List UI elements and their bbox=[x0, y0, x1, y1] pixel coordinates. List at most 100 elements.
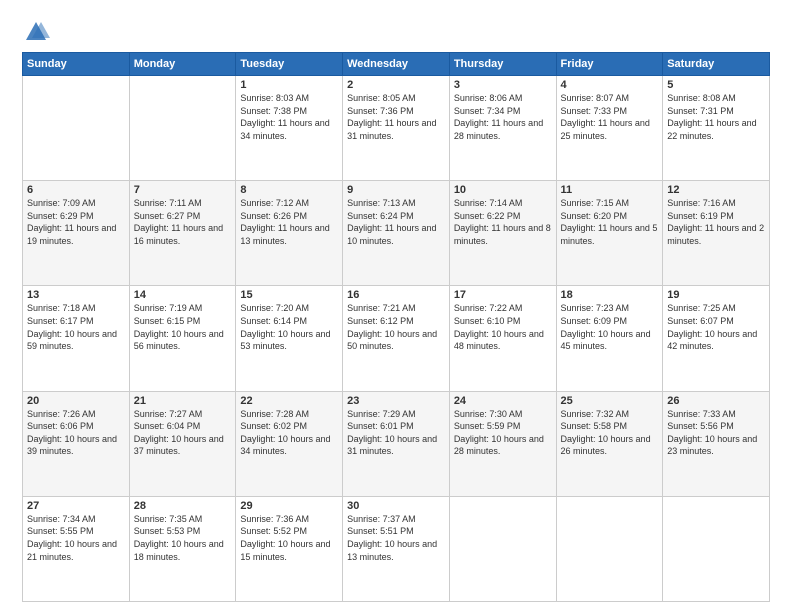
calendar-cell bbox=[449, 496, 556, 601]
day-number: 22 bbox=[240, 395, 338, 407]
day-info: Sunrise: 7:22 AM Sunset: 6:10 PM Dayligh… bbox=[454, 302, 552, 352]
day-info: Sunrise: 7:12 AM Sunset: 6:26 PM Dayligh… bbox=[240, 197, 338, 247]
day-info: Sunrise: 8:08 AM Sunset: 7:31 PM Dayligh… bbox=[667, 92, 765, 142]
day-number: 20 bbox=[27, 395, 125, 407]
calendar-cell bbox=[556, 496, 663, 601]
day-number: 27 bbox=[27, 500, 125, 512]
calendar-header-day: Friday bbox=[556, 53, 663, 76]
day-info: Sunrise: 7:21 AM Sunset: 6:12 PM Dayligh… bbox=[347, 302, 445, 352]
day-number: 4 bbox=[561, 79, 659, 91]
day-number: 11 bbox=[561, 184, 659, 196]
day-number: 13 bbox=[27, 289, 125, 301]
day-number: 7 bbox=[134, 184, 232, 196]
day-number: 26 bbox=[667, 395, 765, 407]
calendar-cell: 23Sunrise: 7:29 AM Sunset: 6:01 PM Dayli… bbox=[343, 391, 450, 496]
day-info: Sunrise: 7:25 AM Sunset: 6:07 PM Dayligh… bbox=[667, 302, 765, 352]
calendar-cell: 21Sunrise: 7:27 AM Sunset: 6:04 PM Dayli… bbox=[129, 391, 236, 496]
day-number: 23 bbox=[347, 395, 445, 407]
calendar-cell: 22Sunrise: 7:28 AM Sunset: 6:02 PM Dayli… bbox=[236, 391, 343, 496]
day-number: 1 bbox=[240, 79, 338, 91]
calendar-header-day: Thursday bbox=[449, 53, 556, 76]
day-info: Sunrise: 7:11 AM Sunset: 6:27 PM Dayligh… bbox=[134, 197, 232, 247]
calendar-cell bbox=[129, 76, 236, 181]
calendar-cell: 27Sunrise: 7:34 AM Sunset: 5:55 PM Dayli… bbox=[23, 496, 130, 601]
day-number: 28 bbox=[134, 500, 232, 512]
calendar-cell: 26Sunrise: 7:33 AM Sunset: 5:56 PM Dayli… bbox=[663, 391, 770, 496]
day-info: Sunrise: 8:06 AM Sunset: 7:34 PM Dayligh… bbox=[454, 92, 552, 142]
day-info: Sunrise: 7:36 AM Sunset: 5:52 PM Dayligh… bbox=[240, 513, 338, 563]
day-number: 25 bbox=[561, 395, 659, 407]
day-info: Sunrise: 7:28 AM Sunset: 6:02 PM Dayligh… bbox=[240, 408, 338, 458]
day-info: Sunrise: 8:07 AM Sunset: 7:33 PM Dayligh… bbox=[561, 92, 659, 142]
day-number: 5 bbox=[667, 79, 765, 91]
day-number: 17 bbox=[454, 289, 552, 301]
calendar-cell: 17Sunrise: 7:22 AM Sunset: 6:10 PM Dayli… bbox=[449, 286, 556, 391]
page: SundayMondayTuesdayWednesdayThursdayFrid… bbox=[0, 0, 792, 612]
calendar-cell: 29Sunrise: 7:36 AM Sunset: 5:52 PM Dayli… bbox=[236, 496, 343, 601]
calendar-header-day: Wednesday bbox=[343, 53, 450, 76]
calendar-cell: 4Sunrise: 8:07 AM Sunset: 7:33 PM Daylig… bbox=[556, 76, 663, 181]
day-info: Sunrise: 7:16 AM Sunset: 6:19 PM Dayligh… bbox=[667, 197, 765, 247]
day-info: Sunrise: 8:05 AM Sunset: 7:36 PM Dayligh… bbox=[347, 92, 445, 142]
day-number: 30 bbox=[347, 500, 445, 512]
calendar-cell: 5Sunrise: 8:08 AM Sunset: 7:31 PM Daylig… bbox=[663, 76, 770, 181]
day-info: Sunrise: 7:32 AM Sunset: 5:58 PM Dayligh… bbox=[561, 408, 659, 458]
day-info: Sunrise: 7:23 AM Sunset: 6:09 PM Dayligh… bbox=[561, 302, 659, 352]
header-row bbox=[22, 18, 770, 46]
day-number: 19 bbox=[667, 289, 765, 301]
calendar-header-row: SundayMondayTuesdayWednesdayThursdayFrid… bbox=[23, 53, 770, 76]
calendar-cell: 15Sunrise: 7:20 AM Sunset: 6:14 PM Dayli… bbox=[236, 286, 343, 391]
day-info: Sunrise: 7:15 AM Sunset: 6:20 PM Dayligh… bbox=[561, 197, 659, 247]
calendar-cell bbox=[663, 496, 770, 601]
calendar-week-row: 6Sunrise: 7:09 AM Sunset: 6:29 PM Daylig… bbox=[23, 181, 770, 286]
calendar-header-day: Monday bbox=[129, 53, 236, 76]
calendar-header-day: Saturday bbox=[663, 53, 770, 76]
calendar-cell: 8Sunrise: 7:12 AM Sunset: 6:26 PM Daylig… bbox=[236, 181, 343, 286]
day-info: Sunrise: 7:20 AM Sunset: 6:14 PM Dayligh… bbox=[240, 302, 338, 352]
calendar-cell: 1Sunrise: 8:03 AM Sunset: 7:38 PM Daylig… bbox=[236, 76, 343, 181]
calendar-cell: 13Sunrise: 7:18 AM Sunset: 6:17 PM Dayli… bbox=[23, 286, 130, 391]
calendar-cell: 28Sunrise: 7:35 AM Sunset: 5:53 PM Dayli… bbox=[129, 496, 236, 601]
day-info: Sunrise: 7:27 AM Sunset: 6:04 PM Dayligh… bbox=[134, 408, 232, 458]
day-number: 12 bbox=[667, 184, 765, 196]
day-number: 21 bbox=[134, 395, 232, 407]
calendar-cell: 25Sunrise: 7:32 AM Sunset: 5:58 PM Dayli… bbox=[556, 391, 663, 496]
day-info: Sunrise: 7:34 AM Sunset: 5:55 PM Dayligh… bbox=[27, 513, 125, 563]
calendar-header-day: Sunday bbox=[23, 53, 130, 76]
day-info: Sunrise: 7:30 AM Sunset: 5:59 PM Dayligh… bbox=[454, 408, 552, 458]
calendar-cell: 14Sunrise: 7:19 AM Sunset: 6:15 PM Dayli… bbox=[129, 286, 236, 391]
day-info: Sunrise: 7:26 AM Sunset: 6:06 PM Dayligh… bbox=[27, 408, 125, 458]
calendar-cell: 10Sunrise: 7:14 AM Sunset: 6:22 PM Dayli… bbox=[449, 181, 556, 286]
day-number: 8 bbox=[240, 184, 338, 196]
day-info: Sunrise: 7:09 AM Sunset: 6:29 PM Dayligh… bbox=[27, 197, 125, 247]
logo bbox=[22, 18, 54, 46]
calendar-cell: 16Sunrise: 7:21 AM Sunset: 6:12 PM Dayli… bbox=[343, 286, 450, 391]
calendar-cell: 12Sunrise: 7:16 AM Sunset: 6:19 PM Dayli… bbox=[663, 181, 770, 286]
day-info: Sunrise: 7:14 AM Sunset: 6:22 PM Dayligh… bbox=[454, 197, 552, 247]
day-info: Sunrise: 7:18 AM Sunset: 6:17 PM Dayligh… bbox=[27, 302, 125, 352]
calendar-cell: 24Sunrise: 7:30 AM Sunset: 5:59 PM Dayli… bbox=[449, 391, 556, 496]
calendar-week-row: 1Sunrise: 8:03 AM Sunset: 7:38 PM Daylig… bbox=[23, 76, 770, 181]
calendar-cell: 7Sunrise: 7:11 AM Sunset: 6:27 PM Daylig… bbox=[129, 181, 236, 286]
calendar-cell bbox=[23, 76, 130, 181]
day-number: 9 bbox=[347, 184, 445, 196]
day-number: 16 bbox=[347, 289, 445, 301]
day-info: Sunrise: 7:19 AM Sunset: 6:15 PM Dayligh… bbox=[134, 302, 232, 352]
calendar-cell: 11Sunrise: 7:15 AM Sunset: 6:20 PM Dayli… bbox=[556, 181, 663, 286]
calendar-cell: 30Sunrise: 7:37 AM Sunset: 5:51 PM Dayli… bbox=[343, 496, 450, 601]
calendar-cell: 18Sunrise: 7:23 AM Sunset: 6:09 PM Dayli… bbox=[556, 286, 663, 391]
day-number: 3 bbox=[454, 79, 552, 91]
calendar-week-row: 13Sunrise: 7:18 AM Sunset: 6:17 PM Dayli… bbox=[23, 286, 770, 391]
calendar-week-row: 20Sunrise: 7:26 AM Sunset: 6:06 PM Dayli… bbox=[23, 391, 770, 496]
day-info: Sunrise: 7:29 AM Sunset: 6:01 PM Dayligh… bbox=[347, 408, 445, 458]
day-info: Sunrise: 7:37 AM Sunset: 5:51 PM Dayligh… bbox=[347, 513, 445, 563]
day-number: 18 bbox=[561, 289, 659, 301]
calendar-table: SundayMondayTuesdayWednesdayThursdayFrid… bbox=[22, 52, 770, 602]
calendar-cell: 2Sunrise: 8:05 AM Sunset: 7:36 PM Daylig… bbox=[343, 76, 450, 181]
day-info: Sunrise: 7:35 AM Sunset: 5:53 PM Dayligh… bbox=[134, 513, 232, 563]
day-number: 2 bbox=[347, 79, 445, 91]
logo-icon bbox=[22, 18, 50, 46]
calendar-cell: 9Sunrise: 7:13 AM Sunset: 6:24 PM Daylig… bbox=[343, 181, 450, 286]
calendar-cell: 3Sunrise: 8:06 AM Sunset: 7:34 PM Daylig… bbox=[449, 76, 556, 181]
calendar-week-row: 27Sunrise: 7:34 AM Sunset: 5:55 PM Dayli… bbox=[23, 496, 770, 601]
